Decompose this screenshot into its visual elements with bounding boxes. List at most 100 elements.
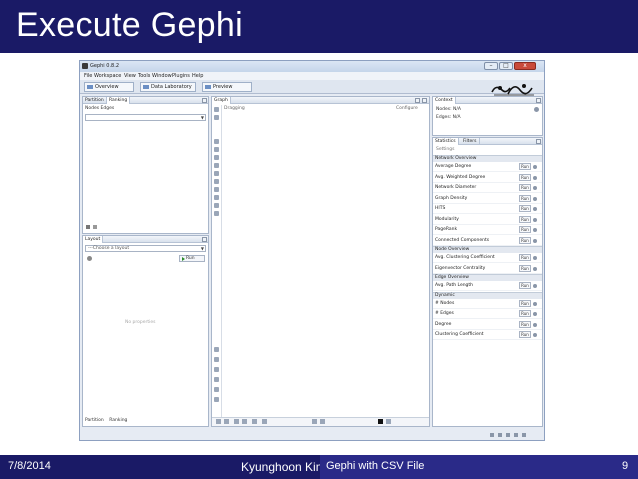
statistic-run-button[interactable]: Run [519,310,531,317]
tab-filters[interactable]: Filters [461,138,480,145]
statistic-run-button[interactable]: Run [519,236,531,244]
statistic-info-icon[interactable] [533,207,537,211]
edit-icon[interactable] [214,187,219,192]
minimize-button[interactable]: – [484,62,498,70]
edge-color-icon[interactable] [214,367,219,372]
text-icon[interactable] [234,419,239,424]
statistics-section-header[interactable]: Network Overview [433,155,542,162]
statistic-run-button[interactable]: Run [519,173,531,181]
label-color-icon[interactable] [214,377,219,382]
statistic-info-icon[interactable] [533,256,537,260]
tab-preview[interactable]: Preview [202,82,252,92]
resize-grip-icon[interactable] [522,433,526,437]
close-button[interactable]: x [514,62,536,70]
statistic-run-button[interactable]: Run [519,282,531,289]
heat-map-icon[interactable] [214,179,219,184]
tab-partition[interactable]: Partition [83,97,107,104]
settings-icon[interactable] [93,225,97,229]
brush-icon[interactable] [214,155,219,160]
menu-workspace[interactable]: Workspace [94,73,121,79]
statistic-info-icon[interactable] [533,301,537,306]
menu-tools[interactable]: Tools [138,73,150,79]
statistic-info-icon[interactable] [533,266,537,271]
dragging-label[interactable]: Dragging [224,106,245,111]
maximize-button[interactable]: □ [499,62,513,70]
statistics-section-header[interactable]: Edge Overview [433,274,542,281]
apply-icon[interactable] [86,225,90,229]
statistic-run-button[interactable]: Run [519,194,531,202]
tab-ranking[interactable]: Ranking [107,97,131,104]
statistic-info-icon[interactable] [533,333,537,337]
move-tool-icon[interactable] [214,115,219,120]
layout-info-icon[interactable] [87,256,92,261]
statistic-info-icon[interactable] [533,165,537,169]
context-info-icon[interactable] [534,107,539,112]
statistic-run-button[interactable]: Run [519,226,531,233]
statistic-info-icon[interactable] [533,186,537,190]
tab-graph[interactable]: Graph [212,97,231,104]
center-icon[interactable] [214,357,219,362]
statistic-info-icon[interactable] [533,217,537,222]
statistic-info-icon[interactable] [533,322,537,327]
tab-layout[interactable]: Layout [83,236,104,243]
zoom-icon[interactable] [214,397,219,402]
statistic-info-icon[interactable] [533,312,537,316]
statistic-run-button[interactable]: Run [519,264,531,272]
nodes-edges-switch[interactable]: Nodes Edges [85,106,114,111]
statistic-info-icon[interactable] [533,175,537,180]
statistic-run-button[interactable]: Run [519,215,531,223]
background-color-icon[interactable] [378,419,383,424]
statistic-info-icon[interactable] [533,284,537,288]
layout-run-button[interactable]: Run [179,255,205,262]
panel-minimize-icon[interactable] [202,98,207,103]
camera-icon[interactable] [216,419,221,424]
node-pencil-icon[interactable] [214,139,219,144]
configure-button[interactable]: Configure [396,106,418,111]
statistic-info-icon[interactable] [533,228,537,232]
tab-ranking-bottom[interactable]: Ranking [109,418,127,423]
tab-context[interactable]: Context [433,97,456,104]
menu-plugins[interactable]: Plugins [172,73,190,79]
context-minimize-icon[interactable] [536,98,541,103]
tab-partition-bottom[interactable]: Partition [85,418,104,423]
attributes-icon[interactable] [214,211,219,216]
statistic-run-button[interactable]: Run [519,331,531,338]
font-icon[interactable] [242,419,247,424]
select-tool-icon[interactable] [214,107,219,112]
statistic-run-button[interactable]: Run [519,184,531,191]
screenshot-icon[interactable] [224,419,229,424]
grid-icon[interactable] [214,203,219,208]
tab-overview[interactable]: Overview [84,82,134,92]
statistic-info-icon[interactable] [533,196,537,201]
shortest-path-icon[interactable] [214,171,219,176]
graph-restore-icon[interactable] [415,98,420,103]
menu-window[interactable]: Window [152,73,172,79]
tab-data-laboratory[interactable]: Data Laboratory [140,82,196,92]
statistics-minimize-icon[interactable] [536,139,541,144]
menu-view[interactable]: View [124,73,136,79]
font-settings-icon[interactable] [320,419,325,424]
statistic-info-icon[interactable] [533,238,537,243]
label-size-icon[interactable] [214,387,219,392]
statistic-run-button[interactable]: Run [519,163,531,170]
drag-icon[interactable] [214,195,219,200]
menu-help[interactable]: Help [192,73,203,79]
statistic-run-button[interactable]: Run [519,254,531,261]
statistics-section-header[interactable]: Node Overview [433,246,542,253]
expand-icon[interactable] [386,419,391,424]
layout-minimize-icon[interactable] [202,237,207,242]
statistics-settings-button[interactable]: Settings [436,147,454,152]
statistics-section-header[interactable]: Dynamic [433,291,542,299]
size-icon[interactable] [214,163,219,168]
statistic-run-button[interactable]: Run [519,299,531,307]
edge-pencil-icon[interactable] [214,147,219,152]
ranking-dropdown[interactable]: ▼ [85,114,206,121]
graph-minimize-icon[interactable] [422,98,427,103]
font-color-icon[interactable] [312,419,317,424]
statistic-run-button[interactable]: Run [519,205,531,212]
tab-statistics[interactable]: Statistics [433,138,459,145]
notification-icon[interactable] [498,433,502,437]
font-size-icon[interactable] [252,419,257,424]
statistic-run-button[interactable]: Run [519,320,531,328]
menu-file[interactable]: File [84,73,92,79]
